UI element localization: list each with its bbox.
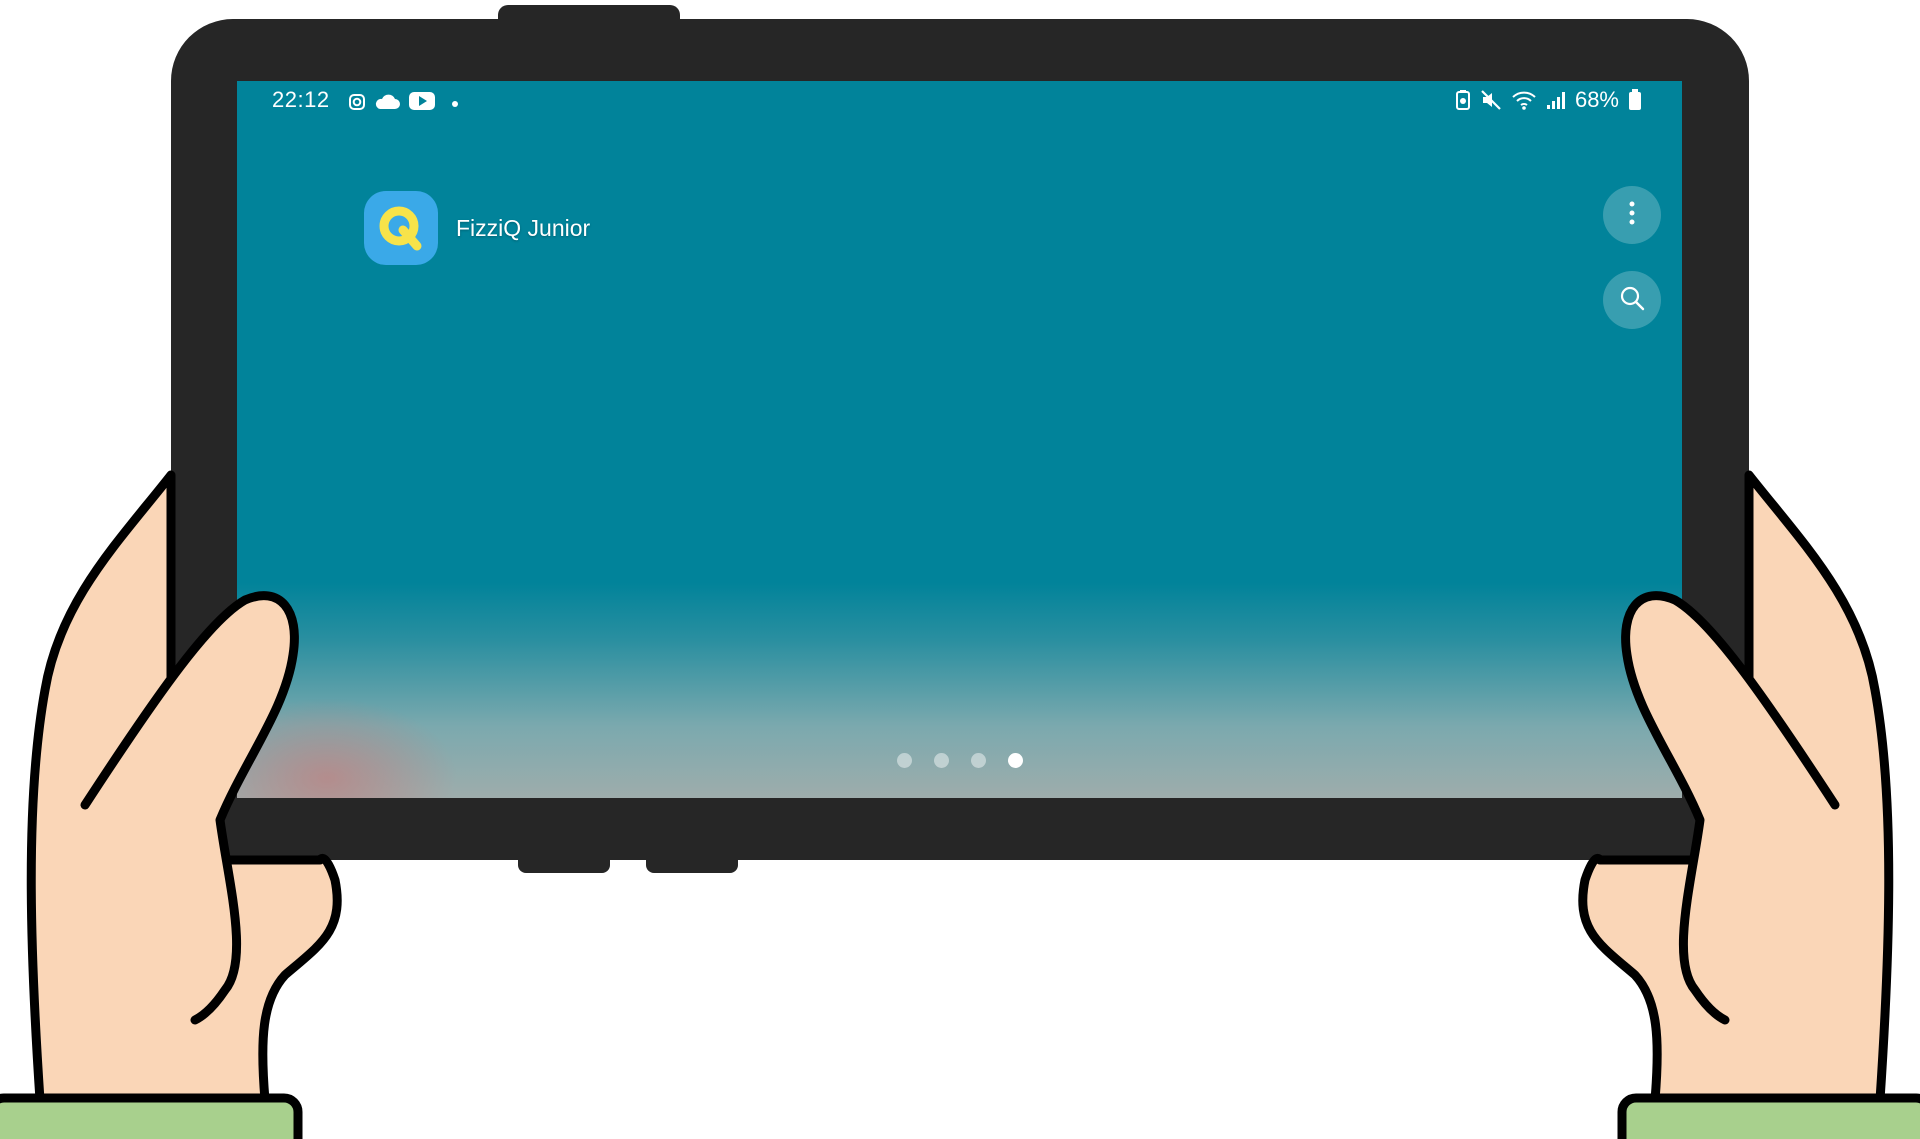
- hands-illustration: [0, 470, 1920, 1139]
